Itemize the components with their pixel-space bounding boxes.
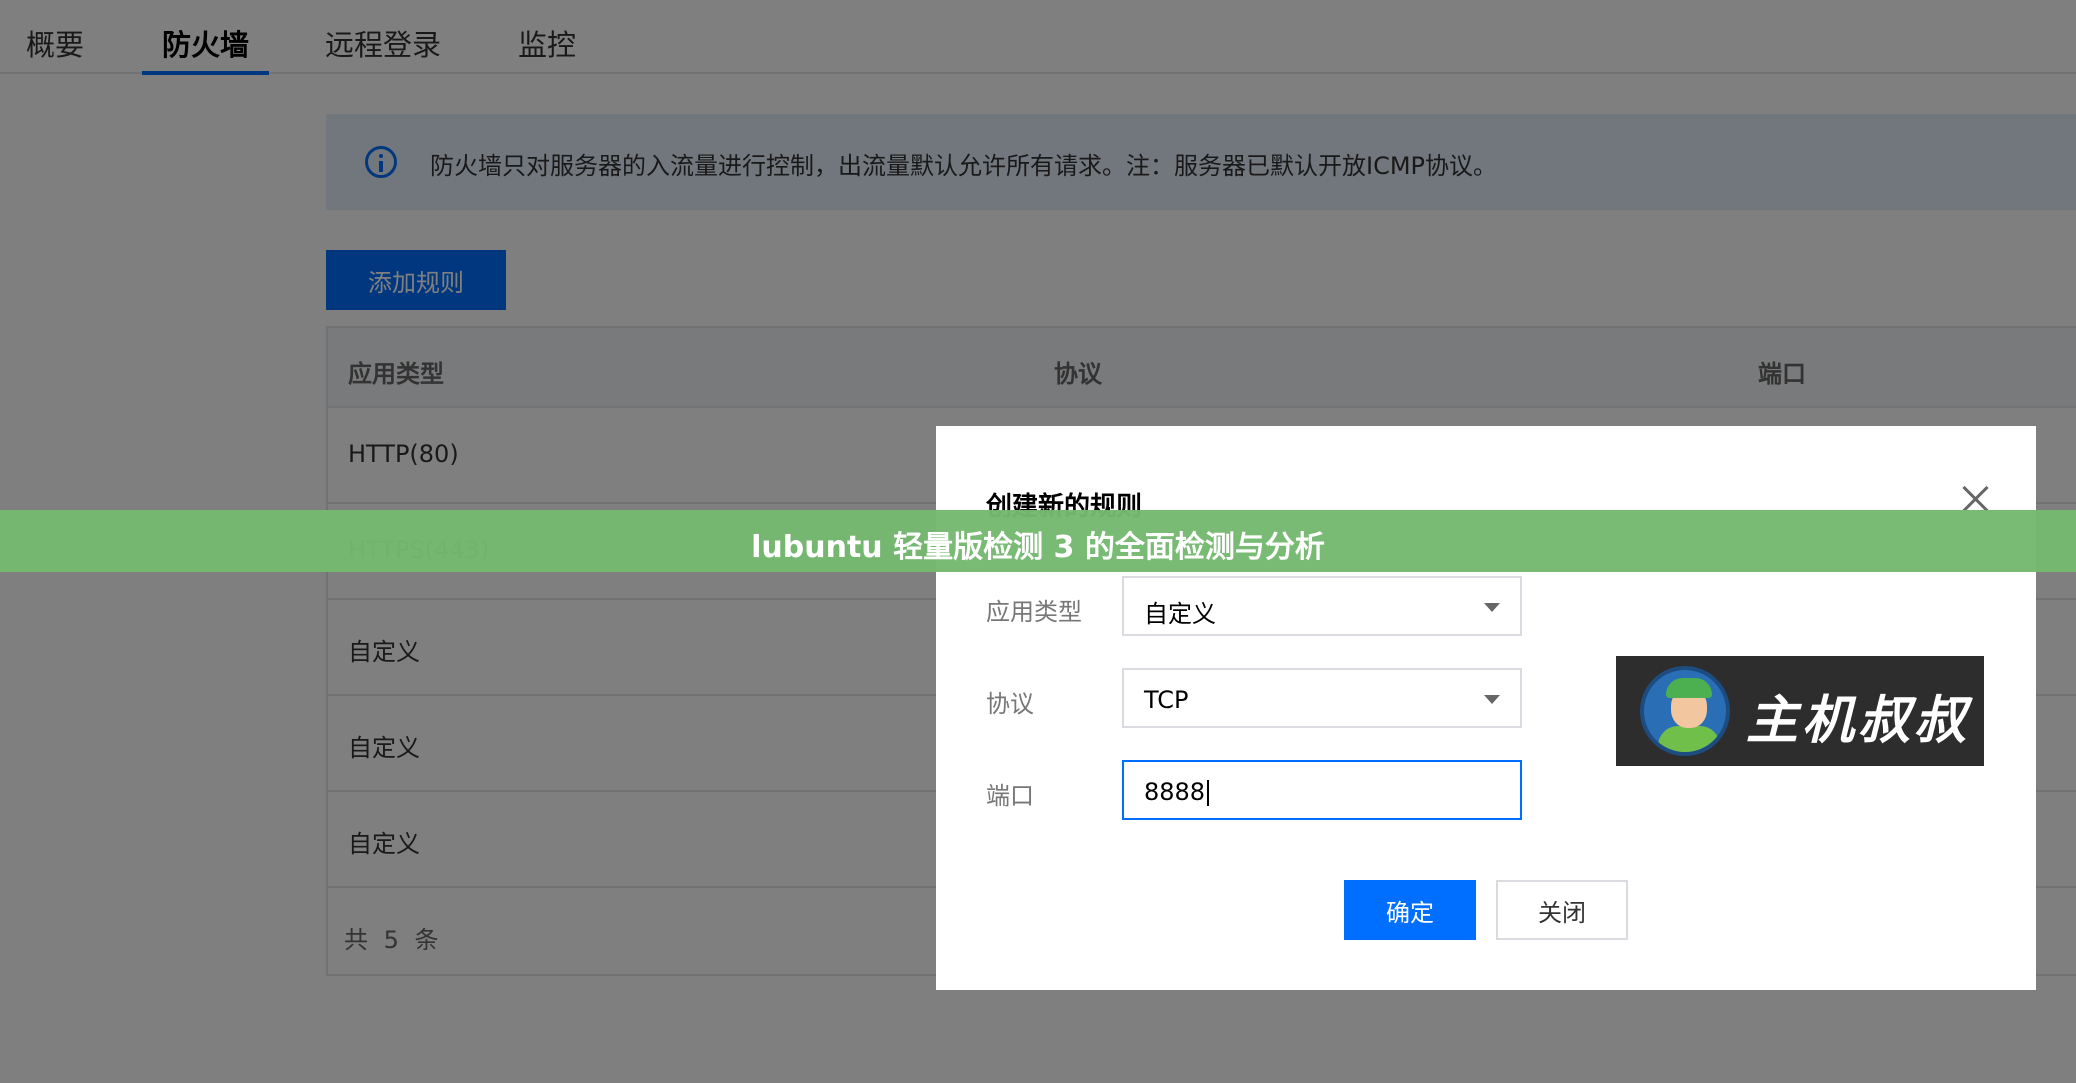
app-type-label: 应用类型 (986, 598, 1082, 626)
chevron-down-icon (1484, 695, 1500, 704)
port-input[interactable]: 8888 (1122, 760, 1522, 820)
protocol-label: 协议 (986, 690, 1034, 718)
banner-title: lubuntu 轻量版检测 3 的全面检测与分析 (751, 530, 1325, 565)
close-button[interactable]: 关闭 (1496, 880, 1628, 940)
title-banner: lubuntu 轻量版检测 3 的全面检测与分析 (0, 510, 2076, 572)
app-type-select[interactable]: 自定义 (1122, 576, 1522, 636)
app-type-value: 自定义 (1144, 600, 1216, 628)
logo-text: 主机叔叔 (1746, 690, 1971, 751)
protocol-value: TCP (1144, 686, 1189, 714)
site-logo: 主机叔叔 (1616, 656, 1984, 766)
port-value: 8888 (1144, 778, 1206, 806)
protocol-select[interactable]: TCP (1122, 668, 1522, 728)
text-cursor (1207, 780, 1210, 806)
chevron-down-icon (1484, 603, 1500, 612)
port-label: 端口 (986, 782, 1034, 810)
confirm-button[interactable]: 确定 (1344, 880, 1476, 940)
mascot-avatar (1640, 666, 1730, 756)
